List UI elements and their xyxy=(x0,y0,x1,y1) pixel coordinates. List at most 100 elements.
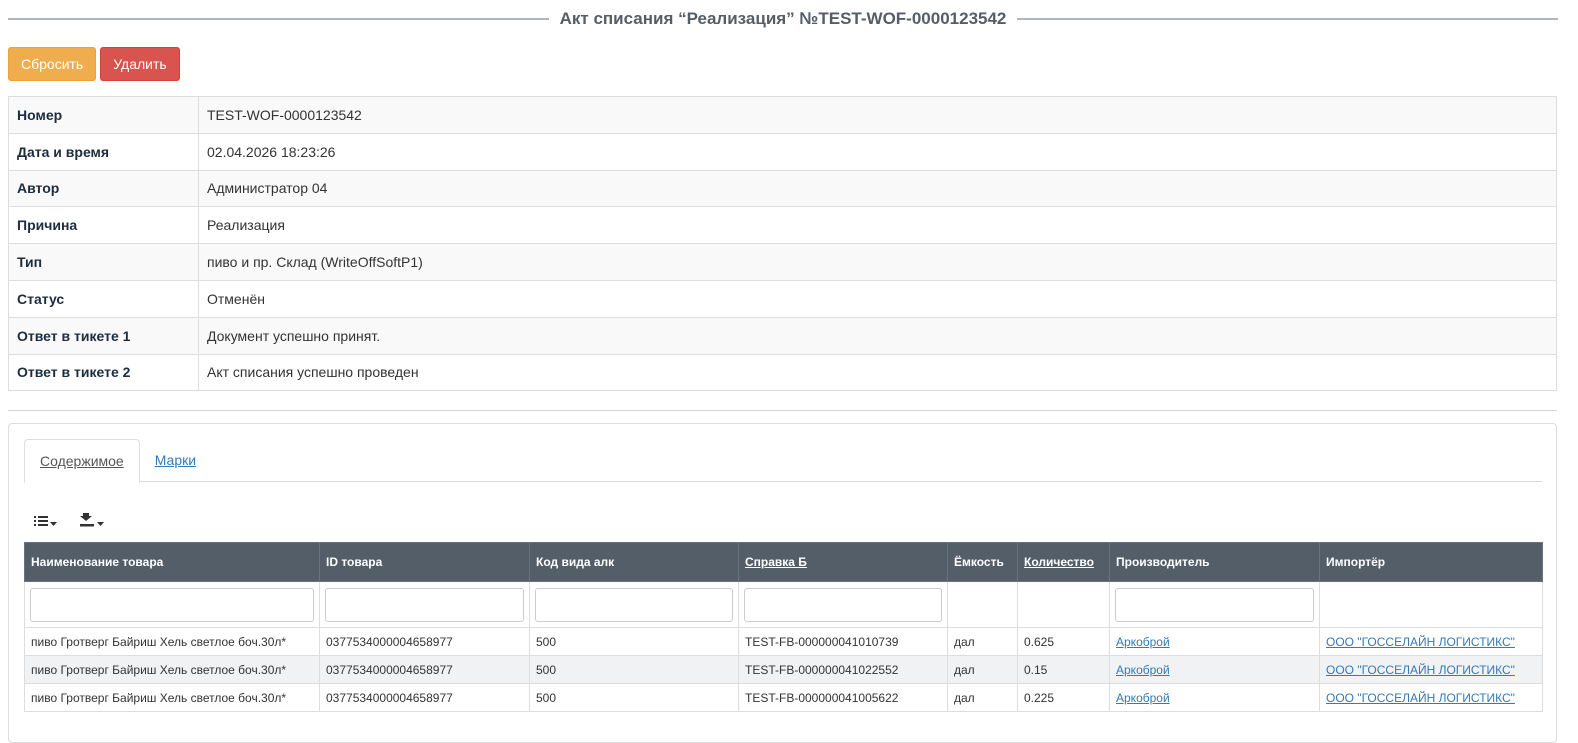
filter-producer-input[interactable] xyxy=(1115,587,1314,622)
cell-producer: Аркоброй xyxy=(1109,627,1320,656)
info-row-number: Номер TEST-WOF-0000123542 xyxy=(8,96,1557,134)
document-info-table: Номер TEST-WOF-0000123542 Дата и время 0… xyxy=(8,96,1557,392)
title-line-right xyxy=(1017,18,1559,20)
cell-product-id: 0377534000004658977 xyxy=(319,655,530,684)
grid-header-row: Наименование товара ID товара Код вида а… xyxy=(24,542,1543,582)
column-header-producer[interactable]: Производитель xyxy=(1109,542,1320,582)
info-value: 02.04.2026 18:23:26 xyxy=(198,132,1557,171)
tab-contents[interactable]: Содержимое xyxy=(24,439,140,483)
grid-filter-row xyxy=(24,581,1543,628)
filter-alc-code-input[interactable] xyxy=(535,587,733,622)
cell-capacity: дал xyxy=(947,683,1018,712)
info-row-datetime: Дата и время 02.04.2026 18:23:26 xyxy=(8,132,1557,171)
cell-importer: ООО "ГОССЕЛАЙН ЛОГИСТИКС" xyxy=(1319,683,1543,712)
info-value: Реализация xyxy=(198,206,1557,245)
info-label: Автор xyxy=(8,169,199,208)
cell-importer: ООО "ГОССЕЛАЙН ЛОГИСТИКС" xyxy=(1319,627,1543,656)
list-icon xyxy=(34,514,48,530)
filter-product-id-input[interactable] xyxy=(325,587,524,622)
filter-cell xyxy=(319,581,530,628)
export-menu-button[interactable] xyxy=(79,513,104,530)
caret-down-icon xyxy=(97,514,104,530)
title-line-left xyxy=(8,18,549,20)
cell-quantity: 0.625 xyxy=(1017,627,1110,656)
filter-product-name-input[interactable] xyxy=(30,587,314,622)
content-panel: Содержимое Марки Наименование товара ID … xyxy=(8,423,1557,743)
info-row-author: Автор Администратор 04 xyxy=(8,169,1557,208)
filter-cell xyxy=(738,581,948,628)
cell-product-id: 0377534000004658977 xyxy=(319,627,530,656)
page-title: Акт списания “Реализация” №TEST-WOF-0000… xyxy=(559,9,1007,28)
cell-reference-b: TEST-FB-000000041005622 xyxy=(738,683,948,712)
info-value: TEST-WOF-0000123542 xyxy=(198,96,1557,134)
importer-link[interactable]: ООО "ГОССЕЛАЙН ЛОГИСТИКС" xyxy=(1326,663,1515,677)
table-row[interactable]: пиво Гротверг Байриш Хель светлое боч.30… xyxy=(24,683,1543,712)
cell-product-name: пиво Гротверг Байриш Хель светлое боч.30… xyxy=(24,683,320,712)
filter-cell xyxy=(24,581,320,628)
filter-cell-empty xyxy=(1319,581,1543,628)
info-value: Акт списания успешно проведен xyxy=(198,353,1557,392)
caret-down-icon xyxy=(50,514,57,530)
contents-grid: Наименование товара ID товара Код вида а… xyxy=(24,542,1543,712)
cell-producer: Аркоброй xyxy=(1109,683,1320,712)
cell-capacity: дал xyxy=(947,655,1018,684)
info-value: пиво и пр. Склад (WriteOffSoftP1) xyxy=(198,243,1557,281)
column-header-alc-code[interactable]: Код вида алк xyxy=(529,542,739,582)
info-row-type: Тип пиво и пр. Склад (WriteOffSoftP1) xyxy=(8,243,1557,281)
grid-tools xyxy=(34,513,104,530)
info-row-ticket1: Ответ в тикете 1 Документ успешно принят… xyxy=(8,316,1557,355)
cell-importer: ООО "ГОССЕЛАЙН ЛОГИСТИКС" xyxy=(1319,655,1543,684)
cell-product-id: 0377534000004658977 xyxy=(319,683,530,712)
info-label: Ответ в тикете 1 xyxy=(8,316,199,355)
cell-quantity: 0.225 xyxy=(1017,683,1110,712)
cell-product-name: пиво Гротверг Байриш Хель светлое боч.30… xyxy=(24,627,320,656)
reset-button[interactable]: Сбросить xyxy=(8,47,97,81)
column-header-product-name[interactable]: Наименование товара xyxy=(24,542,320,582)
column-header-capacity[interactable]: Ёмкость xyxy=(947,542,1018,582)
cell-product-name: пиво Гротверг Байриш Хель светлое боч.30… xyxy=(24,655,320,684)
filter-reference-b-input[interactable] xyxy=(744,587,942,622)
column-header-product-id[interactable]: ID товара xyxy=(319,542,530,582)
filter-cell xyxy=(529,581,739,628)
cell-reference-b: TEST-FB-000000041022552 xyxy=(738,655,948,684)
producer-link[interactable]: Аркоброй xyxy=(1116,663,1170,677)
info-label: Номер xyxy=(8,96,199,134)
export-icon xyxy=(79,513,95,530)
importer-link[interactable]: ООО "ГОССЕЛАЙН ЛОГИСТИКС" xyxy=(1326,691,1515,705)
tab-bar: Содержимое Марки xyxy=(24,439,1542,483)
tab-marks[interactable]: Марки xyxy=(140,439,211,482)
info-value: Документ успешно принят. xyxy=(198,316,1557,355)
info-label: Причина xyxy=(8,206,199,245)
column-header-importer[interactable]: Импортёр xyxy=(1319,542,1543,582)
cell-quantity: 0.15 xyxy=(1017,655,1110,684)
producer-link[interactable]: Аркоброй xyxy=(1116,635,1170,649)
delete-button[interactable]: Удалить xyxy=(100,47,180,81)
info-label: Ответ в тикете 2 xyxy=(8,353,199,392)
filter-cell xyxy=(1109,581,1320,628)
info-row-ticket2: Ответ в тикете 2 Акт списания успешно пр… xyxy=(8,353,1557,392)
cell-capacity: дал xyxy=(947,627,1018,656)
columns-menu-button[interactable] xyxy=(34,513,57,530)
cell-alc-code: 500 xyxy=(529,683,739,712)
importer-link[interactable]: ООО "ГОССЕЛАЙН ЛОГИСТИКС" xyxy=(1326,635,1515,649)
filter-cell-empty xyxy=(947,581,1018,628)
cell-alc-code: 500 xyxy=(529,627,739,656)
producer-link[interactable]: Аркоброй xyxy=(1116,691,1170,705)
column-header-quantity[interactable]: Количество xyxy=(1017,542,1110,582)
info-value: Отменён xyxy=(198,279,1557,318)
info-label: Дата и время xyxy=(8,132,199,171)
info-row-reason: Причина Реализация xyxy=(8,206,1557,245)
page-header: Акт списания “Реализация” №TEST-WOF-0000… xyxy=(8,8,1559,30)
toolbar: Сбросить Удалить xyxy=(8,47,180,81)
info-value: Администратор 04 xyxy=(198,169,1557,208)
section-divider xyxy=(8,410,1557,411)
column-header-reference-b[interactable]: Справка Б xyxy=(738,542,948,582)
info-label: Тип xyxy=(8,243,199,281)
info-label: Статус xyxy=(8,279,199,318)
table-row[interactable]: пиво Гротверг Байриш Хель светлое боч.30… xyxy=(24,655,1543,684)
cell-reference-b: TEST-FB-000000041010739 xyxy=(738,627,948,656)
table-row[interactable]: пиво Гротверг Байриш Хель светлое боч.30… xyxy=(24,627,1543,656)
cell-producer: Аркоброй xyxy=(1109,655,1320,684)
filter-cell-empty xyxy=(1017,581,1110,628)
info-row-status: Статус Отменён xyxy=(8,279,1557,318)
